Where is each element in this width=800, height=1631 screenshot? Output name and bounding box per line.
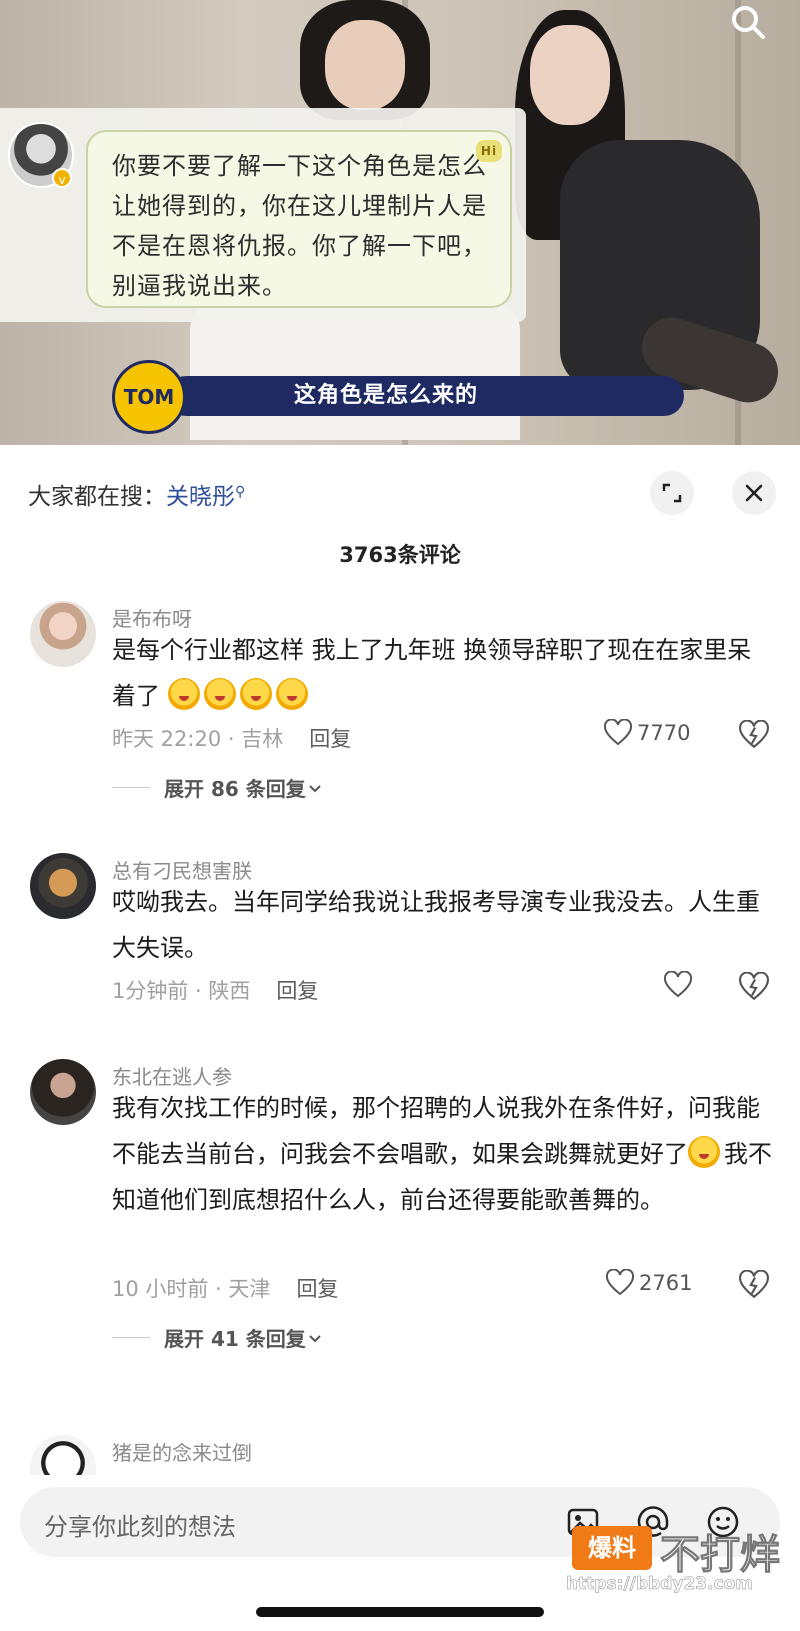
like-button[interactable]: 2761 <box>605 1269 692 1297</box>
comment-sheet: 大家都在搜：关晓彤⚲ 3763条评论 是布布呀 是每个行业都这样 我上了九年班 … <box>0 445 800 1631</box>
dislike-icon[interactable] <box>738 1270 770 1300</box>
emoji-icon <box>688 1136 720 1168</box>
emoji-icon <box>239 678 272 710</box>
trending-search[interactable]: 大家都在搜：关晓彤⚲ <box>28 477 245 511</box>
heart-icon <box>603 719 633 746</box>
comment-meta: 10 小时前 · 天津 回复 <box>112 1273 338 1303</box>
close-icon <box>745 484 763 502</box>
video-search-button[interactable] <box>724 0 772 44</box>
comment-count-title: 3763条评论 <box>339 543 461 567</box>
watermark-badge: 爆料 <box>572 1526 652 1570</box>
chevron-down-icon <box>309 1334 321 1342</box>
emoji-icon <box>275 678 308 710</box>
reply-button[interactable]: 回复 <box>296 1277 338 1301</box>
avatar[interactable] <box>30 1059 96 1125</box>
reply-button[interactable]: 回复 <box>276 979 318 1003</box>
like-count: 2761 <box>639 1271 693 1295</box>
emoji-icon <box>203 678 236 710</box>
comment-text: 是每个行业都这样 我上了九年班 换领导辞职了现在在家里呆着了 <box>112 627 772 719</box>
trending-keyword[interactable]: 关晓彤 <box>166 484 235 510</box>
fullscreen-button[interactable] <box>650 471 694 515</box>
expand-replies-button[interactable]: 展开 41 条回复 <box>112 1323 324 1352</box>
reply-button[interactable]: 回复 <box>309 727 351 751</box>
emoji-icon <box>167 678 200 710</box>
divider <box>112 787 150 788</box>
comment-text: 我有次找工作的时候，那个招聘的人说我外在条件好，问我能不能去当前台，问我会不会唱… <box>112 1085 772 1223</box>
search-icon <box>732 6 765 39</box>
like-button[interactable] <box>663 971 697 999</box>
trending-prefix: 大家都在搜： <box>28 484 166 510</box>
watermark: 爆料 不打烊 https://bbdy23.com <box>566 1522 792 1594</box>
caption-text: 这角色是怎么来的 <box>294 383 479 408</box>
comment-input-placeholder[interactable]: 分享你此刻的想法 <box>44 1507 236 1542</box>
avatar[interactable] <box>30 853 96 919</box>
video-player[interactable]: v 你要不要了解一下这个角色是怎么让她得到的，你在这儿埋制片人是不是在恩将仇报。… <box>0 0 800 445</box>
avatar[interactable] <box>30 601 96 667</box>
expand-replies-label: 展开 86 条回复 <box>164 777 306 801</box>
comment-time-location: 10 小时前 · 天津 <box>112 1277 271 1301</box>
video-caption: 这角色是怎么来的 <box>166 376 684 416</box>
watermark-text: 不打烊 <box>660 1532 781 1579</box>
home-indicator[interactable] <box>256 1607 544 1617</box>
comment-time-location: 1分钟前 · 陕西 <box>112 979 251 1003</box>
comment-meta: 昨天 22:20 · 吉林 回复 <box>112 723 351 753</box>
close-button[interactable] <box>732 471 776 515</box>
video-figure-face <box>325 20 405 110</box>
divider <box>112 1337 150 1338</box>
watermark-url: https://bbdy23.com <box>566 1574 754 1595</box>
expand-replies-label: 展开 41 条回复 <box>164 1327 306 1351</box>
chevron-down-icon <box>309 784 321 792</box>
video-figure-face <box>530 25 610 125</box>
comment-username[interactable]: 猪是的念来过倒 <box>112 1437 252 1466</box>
like-button[interactable]: 7770 <box>603 719 690 747</box>
quote-bubble: 你要不要了解一下这个角色是怎么让她得到的，你在这儿埋制片人是不是在恩将仇报。你了… <box>86 130 512 308</box>
comment-meta: 1分钟前 · 陕西 回复 <box>112 975 318 1005</box>
comment-text-body: 我有次找工作的时候，那个招聘的人说我外在条件好，问我能不能去当前台，问我会不会唱… <box>112 1094 760 1168</box>
expand-replies-button[interactable]: 展开 86 条回复 <box>112 773 324 802</box>
expand-icon <box>662 483 682 503</box>
caption-logo: TOM <box>112 360 186 434</box>
like-count: 7770 <box>637 721 691 745</box>
heart-icon <box>663 971 693 998</box>
quote-card: v 你要不要了解一下这个角色是怎么让她得到的，你在这儿埋制片人是不是在恩将仇报。… <box>0 108 526 322</box>
quote-text: 你要不要了解一下这个角色是怎么让她得到的，你在这儿埋制片人是不是在恩将仇报。你了… <box>112 152 487 300</box>
verified-badge: v <box>52 168 72 188</box>
avatar[interactable] <box>30 1435 96 1475</box>
dislike-icon[interactable] <box>738 972 770 1002</box>
heart-icon <box>605 1269 635 1296</box>
comment-time-location: 昨天 22:20 · 吉林 <box>112 727 284 751</box>
hi-badge: Hi <box>476 140 502 162</box>
search-icon: ⚲ <box>235 484 246 500</box>
dislike-icon[interactable] <box>738 720 770 750</box>
comment-text: 哎呦我去。当年同学给我说让我报考导演专业我没去。人生重大失误。 <box>112 888 760 962</box>
